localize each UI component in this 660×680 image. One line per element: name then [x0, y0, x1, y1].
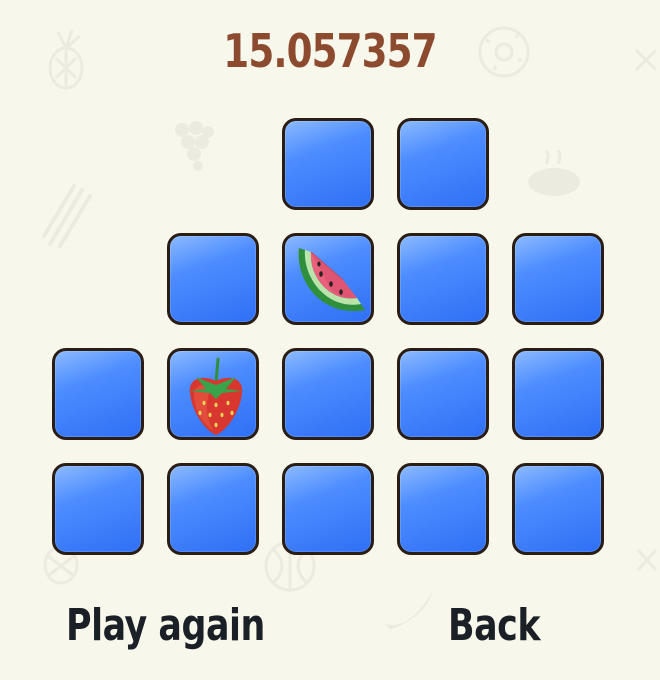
memory-board: [0, 0, 660, 680]
watermelon-icon: [298, 248, 365, 312]
card-tile[interactable]: [167, 233, 259, 325]
card-tile[interactable]: [397, 348, 489, 440]
strawberry-icon: [189, 357, 243, 435]
card-tile[interactable]: [512, 348, 604, 440]
card-tile[interactable]: [167, 463, 259, 555]
card-tile[interactable]: [282, 118, 374, 210]
card-tile[interactable]: [282, 348, 374, 440]
card-tile[interactable]: [397, 233, 489, 325]
card-tile[interactable]: [397, 118, 489, 210]
card-tile[interactable]: [52, 348, 144, 440]
card-tile-revealed[interactable]: [282, 233, 374, 325]
card-tile[interactable]: [512, 463, 604, 555]
card-tile-revealed[interactable]: [167, 348, 259, 440]
card-tile[interactable]: [282, 463, 374, 555]
card-tile[interactable]: [512, 233, 604, 325]
back-button[interactable]: Back: [448, 600, 541, 651]
card-tile[interactable]: [397, 463, 489, 555]
play-again-button[interactable]: Play again: [66, 600, 265, 651]
card-tile[interactable]: [52, 463, 144, 555]
